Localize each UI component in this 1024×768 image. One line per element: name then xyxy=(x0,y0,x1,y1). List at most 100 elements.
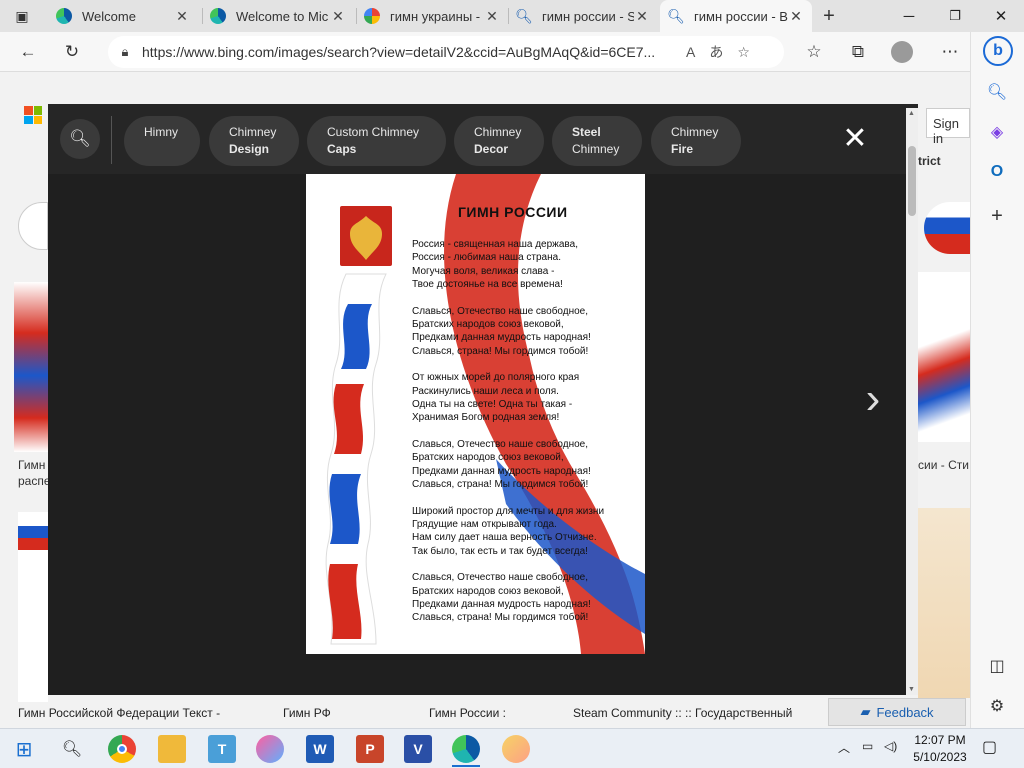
read-aloud-icon[interactable]: A xyxy=(686,44,695,60)
viewer-scrollbar[interactable]: ▲ ▼ xyxy=(906,108,918,695)
result-caption[interactable]: Гимн xyxy=(18,458,45,472)
search-icon[interactable]: 🔍︎ xyxy=(58,735,86,763)
sidebar-settings-icon[interactable]: ⚙ xyxy=(983,692,1011,720)
result-caption[interactable]: Steam Community :: :: Государственный xyxy=(573,706,792,720)
result-caption[interactable]: Гимн РФ xyxy=(283,706,331,720)
result-thumb[interactable] xyxy=(18,512,48,702)
clock-time: 12:07 PM xyxy=(914,733,966,747)
anthem-image[interactable]: ГИМН РОССИИ Россия - священная наша держ… xyxy=(306,174,645,654)
tab-strip: ▣ Welcome ✕ Welcome to Mic ✕ гимн украин… xyxy=(0,0,1024,32)
tab-gimn-rossii-1[interactable]: 🔍︎ гимн россии - S ✕ xyxy=(508,0,658,32)
close-viewer-button[interactable]: ✕ xyxy=(840,124,870,154)
chip-himny[interactable]: Himny xyxy=(124,116,200,166)
related-thumb[interactable] xyxy=(18,202,48,250)
add-favorite-icon[interactable]: ☆ xyxy=(737,44,750,61)
tab-welcome[interactable]: Welcome ✕ xyxy=(48,0,198,32)
chip-label: Chimney xyxy=(572,142,620,156)
refresh-icon[interactable]: ↻ xyxy=(58,38,86,66)
tab-gimn-rossii-active[interactable]: 🔍︎ гимн россии - B ✕ xyxy=(660,0,812,32)
result-caption[interactable]: сии - Сти xyxy=(918,458,969,472)
network-icon[interactable]: ▭ xyxy=(862,739,873,753)
more-icon[interactable]: ⋯ xyxy=(936,38,964,66)
file-explorer-icon[interactable] xyxy=(158,735,186,763)
teams-icon[interactable]: T xyxy=(208,735,236,763)
chrome-icon[interactable] xyxy=(108,735,136,763)
scrollbar-thumb[interactable] xyxy=(908,146,916,216)
new-tab-button[interactable]: + xyxy=(815,2,843,30)
verse-line: Предками данная мудрость народная! xyxy=(412,332,591,344)
clock[interactable]: 12:07 PM 5/10/2023 xyxy=(906,732,974,766)
back-icon[interactable]: ← xyxy=(14,38,42,66)
next-image-button[interactable]: › xyxy=(858,377,888,421)
add-sidebar-icon[interactable]: + xyxy=(983,202,1011,230)
google-icon xyxy=(364,8,380,24)
result-thumb[interactable] xyxy=(918,272,970,442)
chip-label: Himny xyxy=(144,125,179,139)
scroll-up-icon[interactable]: ▲ xyxy=(908,110,915,117)
related-thumb[interactable] xyxy=(924,202,970,254)
hide-sidebar-icon[interactable]: ◫ xyxy=(983,652,1011,680)
tray-chevron-icon[interactable]: ︿ xyxy=(838,739,850,756)
tab-gimn-ukrainy[interactable]: гимн украины - ✕ xyxy=(356,0,508,32)
browser-toolbar: ← ↻ 🔒︎ https://www.bing.com/images/searc… xyxy=(0,32,1024,72)
taskbar: ⊞ 🔍︎ T W P V ︿ ▭ ◁) 12:07 PM 5/10/2023 ▢ xyxy=(0,728,1024,768)
scroll-down-icon[interactable]: ▼ xyxy=(908,686,915,693)
paint-icon[interactable] xyxy=(502,735,530,763)
district-filter[interactable]: trict xyxy=(918,154,941,168)
word-icon[interactable]: W xyxy=(306,735,334,763)
favorites-icon[interactable]: ☆ xyxy=(800,38,828,66)
result-thumb[interactable] xyxy=(918,508,970,698)
restore-icon[interactable]: ❐ xyxy=(932,0,978,32)
chip-chimney-fire[interactable]: Chimney Fire xyxy=(651,116,741,166)
verse-line: Братских народов союз вековой, xyxy=(412,585,564,597)
edge-icon[interactable] xyxy=(452,735,480,763)
search-icon: 🔍︎ xyxy=(667,7,685,24)
screen: ▣ Welcome ✕ Welcome to Mic ✕ гимн украин… xyxy=(0,0,1024,768)
verse-line: Славься, Отечество наше свободное, xyxy=(412,572,589,584)
chip-chimney-decor[interactable]: Chimney Decor xyxy=(454,116,544,166)
verse-line: Раскинулись наши леса и поля. xyxy=(412,385,559,397)
close-tab-icon[interactable]: ✕ xyxy=(788,8,804,25)
close-tab-icon[interactable]: ✕ xyxy=(634,8,650,25)
result-caption[interactable]: Гимн Российской Федерации Текст - xyxy=(18,706,220,720)
anthem-verses: Россия - священная наша держава, Россия … xyxy=(412,238,642,638)
volume-icon[interactable]: ◁) xyxy=(884,739,897,753)
search-icon[interactable]: 🔍︎ xyxy=(983,78,1011,106)
result-caption[interactable]: распе xyxy=(18,474,51,488)
result-caption[interactable]: Гимн России : xyxy=(429,706,506,720)
notifications-icon[interactable]: ▢ xyxy=(982,737,997,757)
chip-label-bold: Design xyxy=(229,142,270,156)
translate-icon[interactable]: あ xyxy=(709,42,723,62)
visio-icon[interactable]: V xyxy=(404,735,432,763)
sign-in-button[interactable]: Sign in xyxy=(926,108,970,146)
search-icon[interactable]: 🔍︎ xyxy=(60,119,100,159)
minimize-icon[interactable]: ─ xyxy=(886,0,932,32)
verse-line: Славься, страна! Мы гордимся тобой! xyxy=(412,612,589,624)
bing-chat-icon[interactable]: b xyxy=(983,36,1013,66)
feedback-button[interactable]: ▰ Feedback xyxy=(828,698,966,726)
profile-avatar[interactable] xyxy=(888,38,916,66)
outlook-icon[interactable]: O xyxy=(983,158,1011,186)
address-bar[interactable]: 🔒︎ https://www.bing.com/images/search?vi… xyxy=(108,36,784,68)
verse-line: Россия - любимая наша страна. xyxy=(412,252,561,264)
verse-line: Нам силу дает наша верность Отчизне. xyxy=(412,532,597,544)
collections-icon[interactable]: ⧉ xyxy=(844,38,872,66)
clock-date: 5/10/2023 xyxy=(913,750,967,764)
chip-steel-chimney[interactable]: Steel Chimney xyxy=(552,116,642,166)
result-thumb[interactable] xyxy=(14,282,48,452)
close-tab-icon[interactable]: ✕ xyxy=(330,8,346,25)
lock-icon[interactable]: 🔒︎ xyxy=(108,44,142,60)
tab-actions-icon[interactable]: ▣ xyxy=(8,2,36,30)
close-window-icon[interactable]: ✕ xyxy=(978,0,1024,32)
close-tab-icon[interactable]: ✕ xyxy=(484,8,500,25)
powerpoint-icon[interactable]: P xyxy=(356,735,384,763)
start-icon[interactable]: ⊞ xyxy=(10,735,38,763)
tab-welcome-microsoft[interactable]: Welcome to Mic ✕ xyxy=(202,0,354,32)
close-tab-icon[interactable]: ✕ xyxy=(174,8,190,25)
paint3d-icon[interactable] xyxy=(256,735,284,763)
office-icon[interactable]: ◈ xyxy=(983,118,1011,146)
verse: Славься, Отечество наше свободное, Братс… xyxy=(412,438,642,492)
chip-custom-chimney-caps[interactable]: Custom Chimney Caps xyxy=(307,116,446,166)
chip-chimney-design[interactable]: Chimney Design xyxy=(209,116,299,166)
verse: От южных морей до полярного края Раскину… xyxy=(412,371,642,425)
